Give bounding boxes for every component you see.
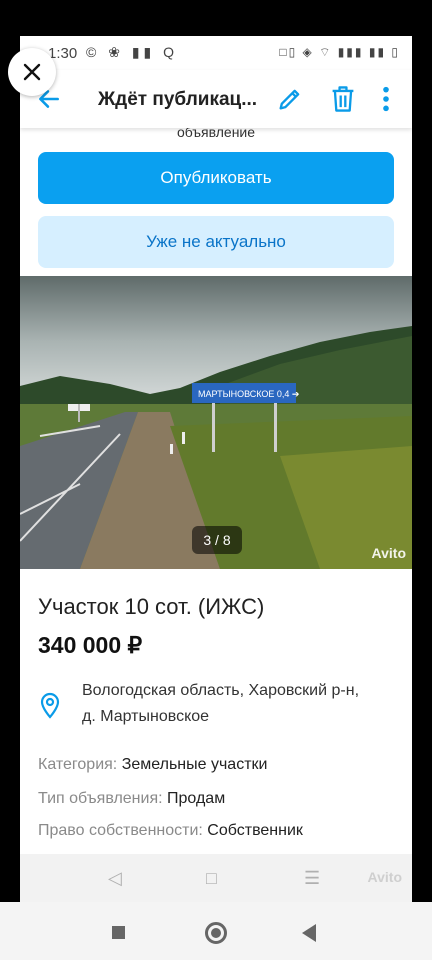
- system-nav-bar: [0, 902, 432, 960]
- listing-photo[interactable]: МАРТЫНОВСКОЕ 0,4 ➔ 3 / 8 Avito: [20, 276, 412, 569]
- photo-watermark: Avito: [371, 545, 406, 561]
- close-button[interactable]: [8, 48, 56, 96]
- more-options-icon[interactable]: [378, 85, 394, 113]
- param-key: Тип объявления:: [38, 790, 168, 807]
- param-value: Земельные участки: [121, 756, 268, 773]
- param-key: Право собственности:: [38, 822, 208, 839]
- listing-title: Участок 10 сот. (ИЖС): [38, 594, 265, 619]
- road-sign-text: МАРТЫНОВСКОЕ 0,4 ➔: [198, 389, 300, 399]
- address-line-2: д. Мартыновское: [82, 708, 210, 725]
- system-status-icons: □▯ ◈ ⌔ ▮▮▮ ▮▮ ▯: [279, 45, 400, 59]
- status-bar: 1:30 © ❀ ▮▮ Q □▯ ◈ ⌔ ▮▮▮ ▮▮ ▯: [20, 36, 412, 70]
- param-key: Категория:: [38, 756, 122, 773]
- param-value: Продам: [167, 790, 226, 807]
- notification-icons: © ❀ ▮▮ Q: [86, 44, 179, 60]
- close-icon: [23, 63, 41, 81]
- in-app-nav-bar: ◁ □ ☰ Avito: [20, 854, 412, 902]
- nav-watermark: Avito: [367, 869, 402, 885]
- app-bar: Ждёт публикац...: [20, 70, 412, 128]
- param-value: Собственник: [207, 822, 303, 839]
- address-line-1: Вологодская область, Харовский р-н,: [82, 682, 360, 699]
- nav-back-icon[interactable]: ◁: [108, 868, 122, 889]
- back-triangle-icon[interactable]: [302, 924, 316, 942]
- delete-trash-icon[interactable]: [329, 84, 357, 114]
- listing-price: 340 000 ₽: [38, 632, 143, 658]
- edit-pencil-icon[interactable]: [276, 85, 304, 113]
- photo-counter: 3 / 8: [192, 526, 242, 554]
- home-circle-icon[interactable]: [205, 922, 227, 944]
- page-title: Ждёт публикац...: [98, 89, 258, 110]
- param-category: Категория: Земельные участки: [38, 756, 267, 774]
- recents-square-icon[interactable]: [112, 926, 125, 939]
- not-actual-button[interactable]: Уже не актуально: [38, 216, 394, 268]
- nav-home-icon[interactable]: □: [206, 868, 217, 889]
- location-pin-icon: [40, 692, 60, 719]
- nav-menu-icon[interactable]: ☰: [304, 868, 320, 889]
- phone-screen: 1:30 © ❀ ▮▮ Q □▯ ◈ ⌔ ▮▮▮ ▮▮ ▯ Ждёт публи…: [20, 36, 412, 902]
- param-ownership: Право собственности: Собственник: [38, 822, 303, 840]
- publish-button[interactable]: Опубликовать: [38, 152, 394, 204]
- param-ad-type: Тип объявления: Продам: [38, 790, 225, 808]
